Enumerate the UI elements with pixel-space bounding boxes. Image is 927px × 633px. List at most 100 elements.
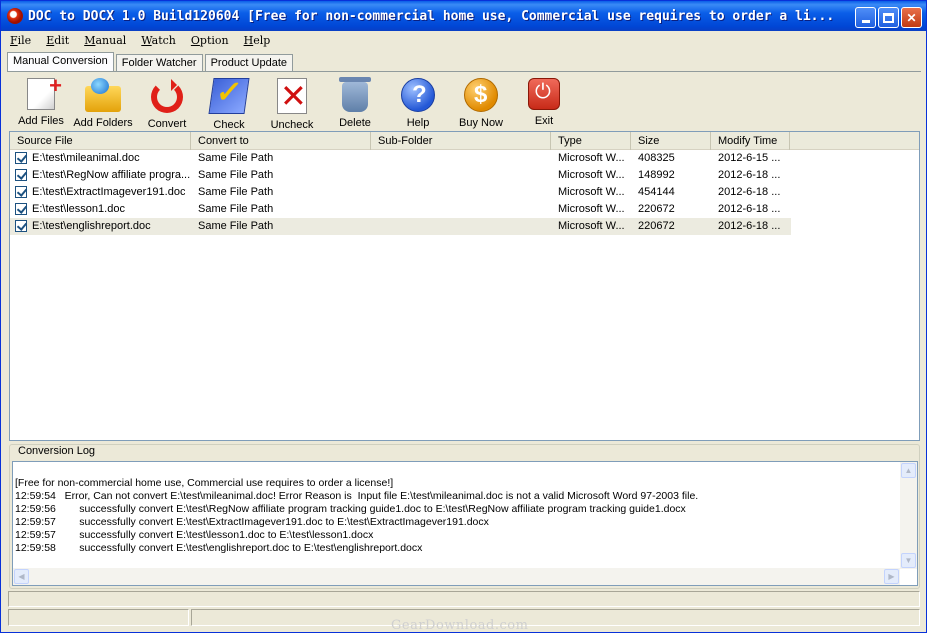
conversion-log[interactable]: [Free for non-commercial home use, Comme… — [12, 461, 918, 586]
sub-folder-cell — [371, 167, 551, 184]
status-bar-top — [8, 591, 920, 607]
type-cell: Microsoft W... — [551, 150, 631, 167]
chevron-right-icon: ▶ — [888, 572, 894, 581]
title-bar[interactable]: DOC to DOCX 1.0 Build120604 [Free for no… — [1, 1, 926, 31]
vertical-scrollbar[interactable]: ▲ ▼ — [900, 462, 917, 569]
row-checkbox[interactable] — [15, 186, 27, 198]
size-cell: 220672 — [631, 201, 711, 218]
menu-mnemonic: W — [141, 34, 151, 47]
column-header-modify-time[interactable]: Modify Time — [711, 132, 790, 150]
type-cell: Microsoft W... — [551, 218, 631, 235]
buy-now-button[interactable]: Buy Now — [450, 78, 512, 130]
log-line: 12:59:57 successfully convert E:\test\le… — [15, 529, 895, 542]
type-cell: Microsoft W... — [551, 184, 631, 201]
help-label: Help — [387, 117, 449, 129]
delete-label: Delete — [324, 117, 386, 129]
table-row-selected[interactable]: E:\test\englishreport.doc Same File Path… — [10, 218, 791, 235]
tab-manual-conversion[interactable]: Manual Conversion — [7, 52, 114, 72]
menu-label: atch — [152, 34, 176, 47]
buy-now-label: Buy Now — [450, 117, 512, 129]
convert-to-cell: Same File Path — [191, 150, 371, 167]
horizontal-scrollbar[interactable]: ◀ ▶ — [13, 568, 900, 585]
help-button[interactable]: Help — [387, 78, 449, 130]
modify-time-cell: 2012-6-18 ... — [711, 184, 790, 201]
column-header-source[interactable]: Source File — [10, 132, 191, 150]
menu-mnemonic: E — [46, 34, 54, 47]
maximize-button[interactable] — [878, 7, 899, 28]
menu-watch[interactable]: Watch — [132, 32, 182, 51]
convert-to-cell: Same File Path — [191, 184, 371, 201]
delete-button[interactable]: Delete — [324, 78, 386, 130]
source-file: E:\test\RegNow affiliate progra... — [32, 169, 190, 184]
file-list[interactable]: Source File Convert to Sub-Folder Type S… — [9, 131, 920, 441]
menu-file[interactable]: File — [1, 32, 37, 51]
close-button[interactable]: ✕ — [901, 7, 922, 28]
tab-product-update[interactable]: Product Update — [205, 54, 293, 72]
table-row[interactable]: E:\test\RegNow affiliate progra... Same … — [10, 167, 919, 184]
close-icon: ✕ — [906, 11, 916, 25]
exit-label: Exit — [513, 115, 575, 127]
row-checkbox[interactable] — [15, 169, 27, 181]
table-row[interactable]: E:\test\lesson1.doc Same File Path Micro… — [10, 201, 919, 218]
source-cell: E:\test\lesson1.doc — [10, 201, 191, 218]
column-header-size[interactable]: Size — [631, 132, 711, 150]
type-cell: Microsoft W... — [551, 201, 631, 218]
scroll-up-button[interactable]: ▲ — [901, 463, 916, 478]
table-row[interactable]: E:\test\ExtractImagever191.doc Same File… — [10, 184, 919, 201]
row-checkbox[interactable] — [15, 220, 27, 232]
add-files-button[interactable]: Add Files — [10, 78, 72, 130]
source-file: E:\test\englishreport.doc — [32, 220, 151, 235]
tab-folder-watcher[interactable]: Folder Watcher — [116, 54, 203, 72]
column-header-sub-folder[interactable]: Sub-Folder — [371, 132, 551, 150]
type-cell: Microsoft W... — [551, 167, 631, 184]
source-cell: E:\test\RegNow affiliate progra... — [10, 167, 191, 184]
menu-help[interactable]: Help — [235, 32, 277, 51]
column-header-type[interactable]: Type — [551, 132, 631, 150]
source-cell: E:\test\ExtractImagever191.doc — [10, 184, 191, 201]
size-cell: 148992 — [631, 167, 711, 184]
app-icon[interactable] — [7, 8, 23, 24]
uncheck-icon — [277, 78, 307, 114]
row-checkbox[interactable] — [15, 203, 27, 215]
tab-strip: Manual Conversion Folder Watcher Product… — [7, 52, 295, 72]
add-folders-button[interactable]: Add Folders — [72, 78, 134, 130]
sub-folder-cell — [371, 184, 551, 201]
source-file: E:\test\ExtractImagever191.doc — [32, 186, 185, 201]
modify-time-cell: 2012-6-18 ... — [711, 201, 790, 218]
convert-to-cell: Same File Path — [191, 167, 371, 184]
column-header-convert-to[interactable]: Convert to — [191, 132, 371, 150]
log-text: [Free for non-commercial home use, Comme… — [15, 464, 895, 581]
status-panel-left — [8, 609, 189, 626]
menu-manual[interactable]: Manual — [75, 32, 132, 51]
convert-to-cell: Same File Path — [191, 201, 371, 218]
table-row[interactable]: E:\test\mileanimal.doc Same File Path Mi… — [10, 150, 919, 167]
source-cell: E:\test\englishreport.doc — [10, 218, 191, 235]
row-checkbox[interactable] — [15, 152, 27, 164]
menu-mnemonic: F — [10, 34, 18, 47]
dollar-icon — [464, 78, 498, 112]
menu-edit[interactable]: Edit — [37, 32, 75, 51]
add-folder-icon — [85, 86, 121, 112]
menu-mnemonic: H — [244, 34, 254, 47]
minimize-button[interactable] — [855, 7, 876, 28]
uncheck-button[interactable]: Uncheck — [261, 78, 323, 130]
check-button[interactable]: Check — [198, 78, 260, 130]
exit-button[interactable]: Exit — [513, 78, 575, 130]
menu-option[interactable]: Option — [182, 32, 235, 51]
menu-label: ption — [200, 34, 229, 47]
help-icon — [401, 78, 435, 112]
scroll-left-button[interactable]: ◀ — [14, 569, 29, 584]
scroll-right-button[interactable]: ▶ — [884, 569, 899, 584]
check-label: Check — [198, 119, 260, 131]
menu-bar: File Edit Manual Watch Option Help — [1, 32, 926, 51]
menu-label: ile — [18, 34, 32, 47]
size-cell: 408325 — [631, 150, 711, 167]
conversion-log-title: Conversion Log — [17, 445, 96, 457]
convert-button[interactable]: Convert — [136, 78, 198, 130]
scroll-down-button[interactable]: ▼ — [901, 553, 916, 568]
convert-label: Convert — [136, 118, 198, 130]
list-header: Source File Convert to Sub-Folder Type S… — [10, 132, 919, 150]
app-window: DOC to DOCX 1.0 Build120604 [Free for no… — [0, 0, 927, 633]
chevron-up-icon: ▲ — [905, 466, 913, 475]
log-line: 12:59:58 successfully convert E:\test\en… — [15, 542, 895, 555]
